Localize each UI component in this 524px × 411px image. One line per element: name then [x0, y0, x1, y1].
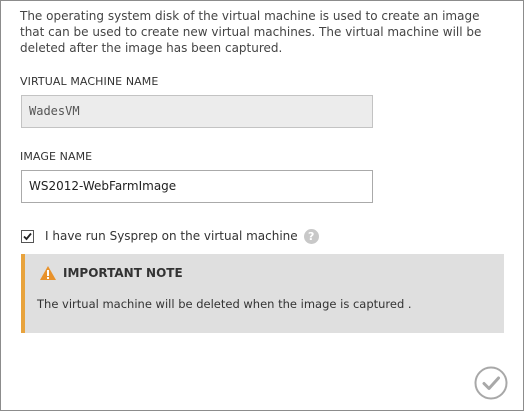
vm-name-field: WadesVM — [21, 95, 373, 128]
sysprep-label[interactable]: I have run Sysprep on the virtual machin… — [45, 229, 298, 243]
intro-text: The operating system disk of the virtual… — [20, 9, 482, 55]
image-name-input[interactable]: WS2012-WebFarmImage — [21, 170, 373, 203]
sysprep-checkbox[interactable] — [21, 229, 34, 243]
ok-button[interactable] — [474, 366, 508, 400]
help-icon[interactable]: ? — [303, 228, 319, 244]
note-header: IMPORTANT NOTE — [39, 265, 183, 281]
warning-icon — [40, 266, 56, 280]
note-title: IMPORTANT NOTE — [63, 266, 183, 280]
vm-name-label: VIRTUAL MACHINE NAME — [20, 75, 159, 88]
checkmark-circle-icon — [474, 366, 508, 400]
checkmark-icon — [23, 232, 32, 240]
sysprep-row: I have run Sysprep on the virtual machin… — [21, 228, 319, 244]
note-body: The virtual machine will be deleted when… — [37, 297, 412, 311]
important-note: IMPORTANT NOTE The virtual machine will … — [21, 254, 504, 333]
capture-image-dialog: The operating system disk of the virtual… — [0, 0, 524, 411]
image-name-label: IMAGE NAME — [20, 150, 93, 163]
